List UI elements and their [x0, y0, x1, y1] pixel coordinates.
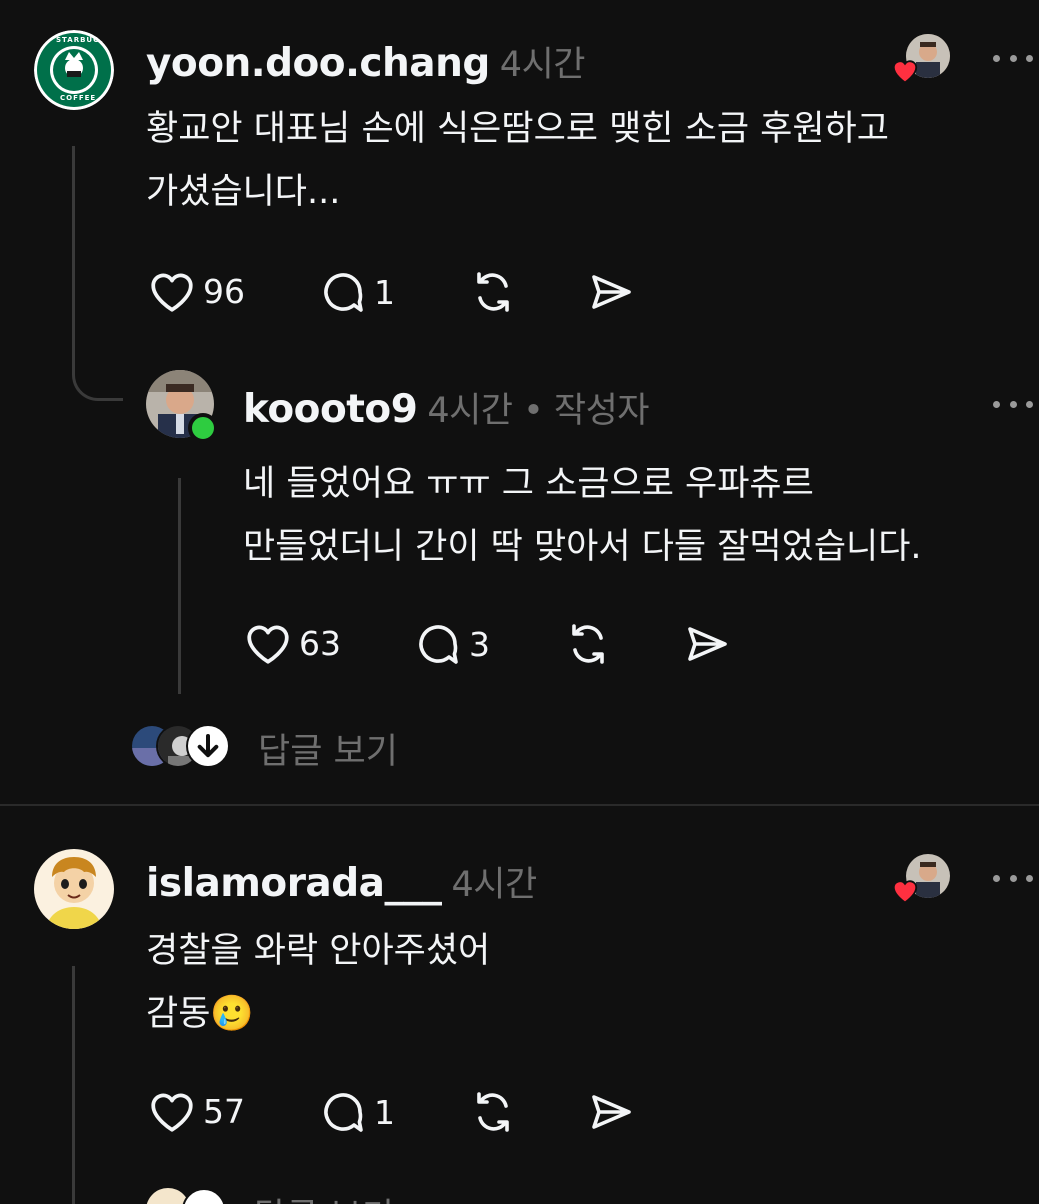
repost-button[interactable]	[468, 1088, 518, 1136]
post-text: 경찰을 와락 안아주셨어 감동🥲	[146, 920, 490, 1046]
post-text-line: 만들었더니 간이 딱 맞아서 다들 잘먹었습니다.	[243, 527, 922, 567]
repost-button[interactable]	[468, 268, 518, 316]
username-koooto9[interactable]: koooto9 4시간 • 작성자	[243, 382, 650, 433]
share-icon	[592, 1095, 631, 1129]
comment-icon	[324, 1093, 363, 1132]
post-text-line: 네 들었어요 ㅠㅠ 그 소금으로 우파츄르	[243, 464, 814, 504]
liked-by-author-badge	[890, 34, 952, 86]
repost-button[interactable]	[563, 620, 613, 668]
thread-line	[72, 966, 75, 1204]
reply-button[interactable]: 3	[413, 620, 490, 668]
more-options-icon[interactable]	[993, 398, 1033, 410]
reply-count: 3	[469, 624, 490, 664]
avatar-islamorada[interactable]	[34, 849, 114, 929]
thread-line	[178, 478, 181, 694]
red-heart-icon	[892, 880, 918, 904]
username-text[interactable]: islamorada___	[146, 861, 442, 906]
username-yoon-doo-chang[interactable]: yoon.doo.chang 4시간	[146, 36, 585, 87]
post-text-line: 황교안 대표님 손에 식은땀으로 맺힌 소금 후원하고	[146, 109, 889, 149]
view-replies-label[interactable]: 답글 보기	[258, 723, 398, 774]
repost-icon	[477, 1092, 509, 1132]
view-replies-button[interactable]: 답글 보기	[130, 722, 450, 772]
username-islamorada[interactable]: islamorada___ 4시간	[146, 856, 537, 907]
view-replies-button[interactable]: 답글 보기	[146, 1186, 446, 1204]
comment-icon	[419, 625, 458, 664]
repost-icon	[477, 272, 509, 312]
avatar-starbugs[interactable]: STARBUGS COFFEE	[34, 30, 114, 110]
comment-icon	[324, 273, 363, 312]
share-button[interactable]	[586, 1088, 636, 1136]
reply-button[interactable]: 1	[318, 268, 395, 316]
like-count: 57	[203, 1091, 245, 1131]
post-text-line: 가셨습니다...	[146, 172, 341, 212]
liked-by-author-badge	[890, 854, 952, 906]
post-text: 황교안 대표님 손에 식은땀으로 맺힌 소금 후원하고 가셨습니다...	[146, 98, 889, 224]
reply-count: 1	[374, 1092, 395, 1132]
avatar-logo-text-bottom: COFFEE	[60, 94, 97, 102]
post-text-line: 경찰을 와락 안아주셨어	[146, 931, 491, 971]
post-time: 4시간	[499, 45, 586, 85]
heart-icon	[151, 1093, 193, 1132]
thread-connector	[72, 320, 123, 401]
username-text[interactable]: koooto9	[243, 387, 418, 432]
like-count: 63	[299, 623, 341, 663]
heart-icon	[247, 625, 289, 664]
like-button[interactable]: 57	[147, 1088, 245, 1134]
like-count: 96	[203, 271, 245, 311]
reply-count: 1	[374, 272, 395, 312]
post-time-author: 4시간 • 작성자	[427, 391, 650, 431]
post-text: 네 들었어요 ㅠㅠ 그 소금으로 우파츄르 만들었더니 간이 딱 맞아서 다들 …	[243, 453, 922, 579]
like-button[interactable]: 63	[243, 620, 341, 666]
share-button[interactable]	[586, 268, 636, 316]
username-text[interactable]: yoon.doo.chang	[146, 41, 490, 86]
share-icon	[688, 627, 727, 661]
red-heart-icon	[892, 60, 918, 84]
more-options-icon[interactable]	[993, 872, 1033, 884]
share-icon	[592, 275, 631, 309]
heart-icon	[151, 273, 193, 312]
post-divider	[0, 804, 1039, 806]
like-button[interactable]: 96	[147, 268, 245, 314]
reply-button[interactable]: 1	[318, 1088, 395, 1136]
post-time: 4시간	[451, 865, 537, 905]
avatar-logo-text-top: STARBUGS	[56, 36, 106, 44]
view-replies-label[interactable]: 답글 보기	[254, 1188, 394, 1204]
online-status-dot	[188, 413, 218, 443]
post-text-line: 감동🥲	[146, 994, 254, 1034]
arrow-down-icon	[186, 724, 230, 768]
more-options-icon[interactable]	[993, 52, 1033, 64]
repost-icon	[572, 624, 604, 664]
thread-line	[72, 146, 75, 326]
arrow-down-icon	[182, 1188, 226, 1204]
share-button[interactable]	[682, 620, 732, 668]
